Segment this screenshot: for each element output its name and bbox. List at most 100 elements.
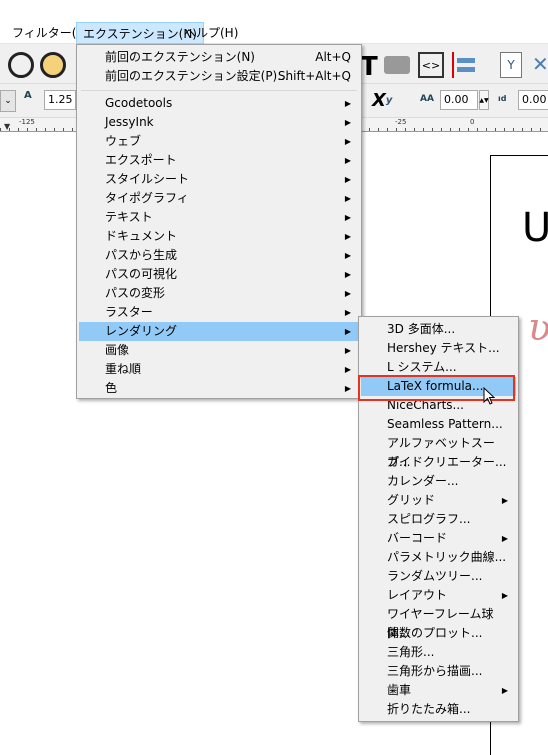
- letter-spacing-icon: AA: [420, 94, 434, 104]
- menu-item-ext-2[interactable]: ウェブ ▶: [79, 132, 359, 151]
- submenu-arrow-icon: ▶: [344, 118, 351, 127]
- menubar: フィルター(S) エクステンション(N) ヘルプ(H): [0, 22, 548, 44]
- menu-item-label: L システム...: [387, 360, 457, 374]
- menu-item-label: 3D 多面体...: [387, 322, 456, 336]
- zoom-drawing-icon[interactable]: [40, 52, 66, 78]
- menu-item-ext-10[interactable]: パスの変形 ▶: [79, 284, 359, 303]
- submenu-item-render-12[interactable]: パラメトリック曲線...: [361, 548, 516, 567]
- submenu-item-seamless-pattern[interactable]: Seamless Pattern...: [361, 415, 516, 434]
- xml-editor-icon[interactable]: <>: [418, 52, 444, 78]
- menu-item-label: 三角形...: [387, 645, 435, 659]
- menu-item-label: 画像: [105, 343, 130, 357]
- ruler-marker-icon: ▼: [4, 122, 11, 131]
- submenu-item-render-20[interactable]: 折りたたみ箱...: [361, 700, 516, 719]
- menu-item-label: 前回のエクステンション(N): [105, 50, 255, 64]
- spin-buttons-icon[interactable]: ▲▼: [479, 90, 489, 110]
- text-tool-icon[interactable]: T: [360, 52, 378, 82]
- submenu-item-render-13[interactable]: ランダムツリー...: [361, 567, 516, 586]
- menu-item-label: スピログラフ...: [387, 512, 471, 526]
- menu-item-ext-12[interactable]: レンダリング ▶: [79, 322, 359, 341]
- submenu-item-render-6[interactable]: アルファベットスープ...: [361, 434, 516, 469]
- canvas-cursive-glyph: ʋ: [528, 305, 548, 349]
- submenu-item-render-11[interactable]: バーコード ▶: [361, 529, 516, 548]
- menu-item-label: タイポグラフィ: [105, 191, 189, 205]
- submenu-arrow-icon: ▶: [501, 496, 508, 505]
- menu-item-ext-5[interactable]: タイポグラフィ ▶: [79, 189, 359, 208]
- preferences-icon[interactable]: ✕: [532, 52, 548, 76]
- menu-item-label: パスの変形: [105, 286, 166, 300]
- line-spacing-input[interactable]: 1.25: [44, 90, 76, 110]
- submenu-arrow-icon: ▶: [501, 686, 508, 695]
- submenu-arrow-icon: ▶: [344, 327, 351, 336]
- menu-item-ext-14[interactable]: 重ね順 ▶: [79, 360, 359, 379]
- submenu-item-render-16[interactable]: 関数のプロット...: [361, 624, 516, 643]
- submenu-arrow-icon: ▶: [344, 194, 351, 203]
- menu-item-label: 前回のエクステンション設定(P)...: [105, 69, 289, 83]
- menu-item-ext-3[interactable]: エクスポート ▶: [79, 151, 359, 170]
- submenu-item-render-8[interactable]: カレンダー...: [361, 472, 516, 491]
- menu-item-label: レンダリング: [105, 324, 178, 338]
- menu-item-label: ウェブ: [105, 134, 142, 148]
- submenu-arrow-icon: ▶: [344, 346, 351, 355]
- menu-item-ext-6[interactable]: テキスト ▶: [79, 208, 359, 227]
- align-icon[interactable]: [452, 52, 478, 78]
- submenu-item-render-15[interactable]: ワイヤーフレーム球体...: [361, 605, 516, 640]
- submenu-arrow-icon: ▶: [344, 270, 351, 279]
- menu-item-label: ラスター: [105, 305, 153, 319]
- submenu-arrow-icon: ▶: [501, 591, 508, 600]
- submenu-item-render-10[interactable]: スピログラフ...: [361, 510, 516, 529]
- zoom-selection-icon[interactable]: [8, 52, 34, 78]
- menu-item-gcodetools[interactable]: Gcodetools ▶: [79, 94, 359, 113]
- layers-icon[interactable]: [384, 56, 410, 74]
- shortcut-label: Alt+Q: [315, 50, 351, 64]
- submenu-arrow-icon: ▶: [344, 384, 351, 393]
- menu-item-label: 三角形から描画...: [387, 664, 483, 678]
- menu-item-label: JessyInk: [105, 115, 154, 129]
- submenu-arrow-icon: ▶: [344, 289, 351, 298]
- document-properties-icon[interactable]: Y: [500, 52, 522, 78]
- menu-item-label: 関数のプロット...: [387, 626, 483, 640]
- menu-item-previous-extension-settings[interactable]: 前回のエクステンション設定(P)... Shift+Alt+Q: [79, 67, 359, 86]
- menu-item-previous-extension[interactable]: 前回のエクステンション(N) Alt+Q: [79, 48, 359, 67]
- submenu-item-render-18[interactable]: 三角形から描画...: [361, 662, 516, 681]
- menu-item-label: 重ね順: [105, 362, 142, 376]
- submenu-arrow-icon: ▶: [344, 365, 351, 374]
- menu-item-label: 歯車: [387, 683, 412, 697]
- submenu-arrow-icon: ▶: [344, 137, 351, 146]
- submenu-item-render-19[interactable]: 歯車 ▶: [361, 681, 516, 700]
- submenu-arrow-icon: ▶: [344, 232, 351, 241]
- menu-item-jessyink[interactable]: JessyInk ▶: [79, 113, 359, 132]
- submenu-item-render-14[interactable]: レイアウト ▶: [361, 586, 516, 605]
- menu-item-ext-11[interactable]: ラスター ▶: [79, 303, 359, 322]
- menu-item-label: ランダムツリー...: [387, 569, 483, 583]
- menu-help[interactable]: ヘルプ(H): [178, 22, 244, 44]
- menu-item-ext-15[interactable]: 色 ▶: [79, 379, 359, 398]
- menu-item-ext-9[interactable]: パスの可視化 ▶: [79, 265, 359, 284]
- shortcut-label: Shift+Alt+Q: [277, 69, 351, 83]
- submenu-item-3d[interactable]: 3D 多面体...: [361, 320, 516, 339]
- ruler-tick-label: 0: [470, 118, 475, 126]
- menu-item-label: Seamless Pattern...: [387, 417, 503, 431]
- word-spacing-icon: ıd: [498, 94, 507, 103]
- submenu-arrow-icon: ▶: [344, 175, 351, 184]
- subscript-icon[interactable]: Xy: [372, 90, 392, 111]
- menu-item-ext-13[interactable]: 画像 ▶: [79, 341, 359, 360]
- menu-item-ext-8[interactable]: パスから生成 ▶: [79, 246, 359, 265]
- menu-item-label: 色: [105, 381, 118, 395]
- submenu-item-render-7[interactable]: ガイドクリエーター...: [361, 453, 516, 472]
- letter-spacing-input[interactable]: 0.00: [440, 90, 478, 110]
- menu-item-label: バーコード: [387, 531, 448, 545]
- menu-item-ext-7[interactable]: ドキュメント ▶: [79, 227, 359, 246]
- menu-item-label: エクスポート: [105, 153, 177, 167]
- submenu-item-hershey[interactable]: Hershey テキスト...: [361, 339, 516, 358]
- menu-item-label: カレンダー...: [387, 474, 459, 488]
- ruler-tick-label: -25: [395, 118, 407, 126]
- word-spacing-input[interactable]: 0.00: [518, 90, 548, 110]
- menu-item-label: パスから生成: [105, 248, 178, 262]
- canvas-text[interactable]: U: [522, 205, 548, 251]
- menu-item-ext-4[interactable]: スタイルシート ▶: [79, 170, 359, 189]
- submenu-item-render-17[interactable]: 三角形...: [361, 643, 516, 662]
- submenu-item-render-9[interactable]: グリッド ▶: [361, 491, 516, 510]
- dropdown-chevron-icon[interactable]: ⌄: [0, 90, 16, 112]
- menu-item-label: ドキュメント: [105, 229, 178, 243]
